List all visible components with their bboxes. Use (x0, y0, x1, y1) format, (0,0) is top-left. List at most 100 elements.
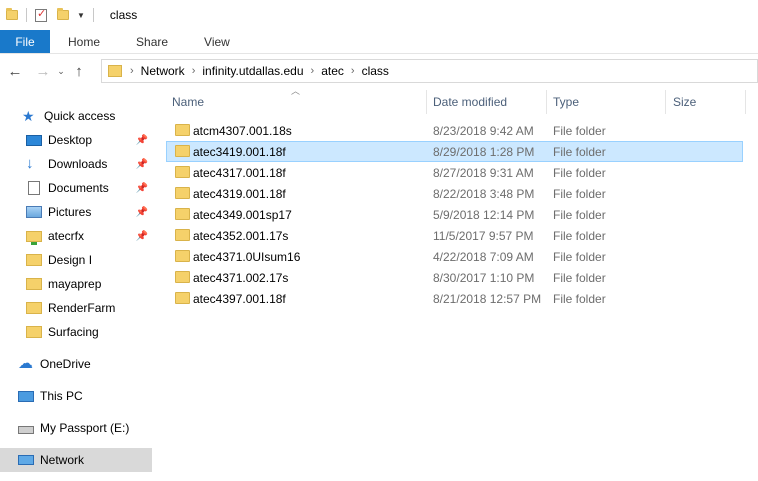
document-icon (28, 181, 40, 195)
file-date: 8/30/2017 1:10 PM (433, 270, 535, 285)
file-date: 8/21/2018 12:57 PM (433, 291, 542, 306)
sidebar-item-quick-access[interactable]: ★ Quick access (0, 104, 152, 128)
sidebar-item-renderfarm[interactable]: RenderFarm (0, 296, 152, 320)
breadcrumb-atec[interactable]: atec (321, 64, 344, 78)
folder-icon (175, 250, 190, 262)
file-name: atec4352.001.17s (193, 228, 289, 243)
column-divider[interactable] (745, 90, 746, 114)
breadcrumb-host[interactable]: infinity.utdallas.edu (202, 64, 303, 78)
column-header-date-modified[interactable]: Date modified (433, 90, 546, 114)
column-divider[interactable] (665, 90, 666, 114)
list-item[interactable]: atec4317.001.18f 8/27/2018 9:31 AM File … (166, 162, 743, 183)
sidebar-item-documents[interactable]: Documents 📌 (0, 176, 152, 200)
file-date: 8/29/2018 1:28 PM (433, 144, 535, 159)
computer-icon (18, 390, 34, 402)
customize-toolbar-chevron-icon[interactable]: ▼ (77, 11, 85, 20)
pictures-icon (26, 206, 42, 218)
sidebar-item-pictures[interactable]: Pictures 📌 (0, 200, 152, 224)
folder-icon (175, 166, 190, 178)
sidebar-item-mayaprep[interactable]: mayaprep (0, 272, 152, 296)
file-date: 8/27/2018 9:31 AM (433, 165, 534, 180)
breadcrumb-class[interactable]: class (362, 64, 389, 78)
column-header-type[interactable]: Type (553, 90, 665, 114)
sidebar-item-desktop[interactable]: Desktop 📌 (0, 128, 152, 152)
sidebar-item-downloads[interactable]: ↓ Downloads 📌 (0, 152, 152, 176)
sidebar-item-network[interactable]: Network (0, 448, 152, 472)
pin-icon[interactable]: 📌 (136, 231, 148, 242)
file-name: atec4317.001.18f (193, 165, 286, 180)
forward-arrow-icon[interactable]: → (32, 63, 54, 80)
divider (26, 8, 27, 22)
list-item[interactable]: atec4371.002.17s 8/30/2017 1:10 PM File … (166, 267, 743, 288)
sidebar-item-label: Design I (48, 253, 93, 267)
address-bar[interactable]: › Network › infinity.utdallas.edu › atec… (101, 59, 758, 83)
sidebar-item-onedrive[interactable]: ☁ OneDrive (0, 352, 152, 376)
column-divider[interactable] (426, 90, 427, 114)
sidebar-item-label: Downloads (48, 157, 108, 171)
tab-home[interactable]: Home (50, 30, 118, 53)
recent-locations-chevron-icon[interactable]: ⌄ (54, 66, 68, 77)
chevron-right-icon[interactable]: › (311, 65, 315, 77)
navigation-bar: ← → ⌄ ↑ › Network › infinity.utdallas.ed… (0, 56, 758, 86)
properties-icon[interactable] (35, 7, 47, 22)
network-folder-icon (26, 230, 42, 245)
file-date: 11/5/2017 9:57 PM (433, 228, 534, 243)
pin-icon[interactable]: 📌 (136, 207, 148, 218)
network-icon (18, 455, 34, 465)
sidebar-item-label: atecrfx (48, 229, 85, 243)
desktop-icon (26, 134, 42, 146)
list-item[interactable]: atec4349.001sp17 5/9/2018 12:14 PM File … (166, 204, 743, 225)
back-arrow-icon[interactable]: ← (4, 63, 26, 80)
chevron-right-icon[interactable]: › (130, 65, 134, 77)
list-item[interactable]: atec4352.001.17s 11/5/2017 9:57 PM File … (166, 225, 743, 246)
list-item[interactable]: atcm4307.001.18s 8/23/2018 9:42 AM File … (166, 120, 743, 141)
breadcrumb-network[interactable]: Network (141, 64, 185, 78)
sidebar-item-label: My Passport (E:) (40, 421, 130, 435)
new-folder-icon[interactable] (57, 8, 69, 20)
folder-icon (26, 254, 42, 266)
sidebar-item-label: Documents (48, 181, 109, 195)
list-item[interactable]: atec4397.001.18f 8/21/2018 12:57 PM File… (166, 288, 743, 309)
sidebar-item-this-pc[interactable]: This PC (0, 384, 152, 408)
title-bar: ▼ class (0, 0, 758, 30)
sidebar-item-label: Surfacing (48, 325, 99, 339)
sidebar-item-label: This PC (40, 389, 83, 403)
folder-icon (175, 124, 190, 136)
file-type: File folder (553, 291, 606, 306)
pin-icon[interactable]: 📌 (136, 183, 148, 194)
column-divider[interactable] (546, 90, 547, 114)
file-name: atec4371.0UIsum16 (193, 249, 301, 264)
breadcrumb: › Network › infinity.utdallas.edu › atec… (130, 64, 389, 78)
file-name: atcm4307.001.18s (193, 123, 292, 138)
sidebar-item-label: mayaprep (48, 277, 102, 291)
column-header-name[interactable]: Name (172, 90, 426, 114)
list-item-selected[interactable]: atec3419.001.18f 8/29/2018 1:28 PM File … (166, 141, 743, 162)
chevron-right-icon[interactable]: › (192, 65, 196, 77)
file-type: File folder (553, 186, 606, 201)
sidebar-item-my-passport[interactable]: My Passport (E:) (0, 416, 152, 440)
tab-share[interactable]: Share (118, 30, 186, 53)
column-header-size[interactable]: Size (673, 90, 745, 114)
file-date: 8/22/2018 3:48 PM (433, 186, 535, 201)
pin-icon[interactable]: 📌 (136, 135, 148, 146)
list-item[interactable]: atec4319.001.18f 8/22/2018 3:48 PM File … (166, 183, 743, 204)
sidebar-item-label: Quick access (44, 109, 116, 123)
sidebar-item-surfacing[interactable]: Surfacing (0, 320, 152, 344)
file-type: File folder (553, 228, 606, 243)
file-type: File folder (553, 207, 606, 222)
up-arrow-icon[interactable]: ↑ (68, 63, 90, 80)
pin-icon[interactable]: 📌 (136, 159, 148, 170)
folder-icon (6, 8, 18, 20)
sidebar-item-atecrfx[interactable]: atecrfx 📌 (0, 224, 152, 248)
file-type: File folder (553, 123, 606, 138)
list-item[interactable]: atec4371.0UIsum16 4/22/2018 7:09 AM File… (166, 246, 743, 267)
file-date: 5/9/2018 12:14 PM (433, 207, 535, 222)
tab-file[interactable]: File (0, 30, 50, 53)
file-name: atec4397.001.18f (193, 291, 286, 306)
folder-icon (26, 302, 42, 314)
tab-view[interactable]: View (186, 30, 248, 53)
folder-icon (26, 326, 42, 338)
folder-icon (175, 187, 190, 199)
sidebar-item-design-i[interactable]: Design I (0, 248, 152, 272)
chevron-right-icon[interactable]: › (351, 65, 355, 77)
